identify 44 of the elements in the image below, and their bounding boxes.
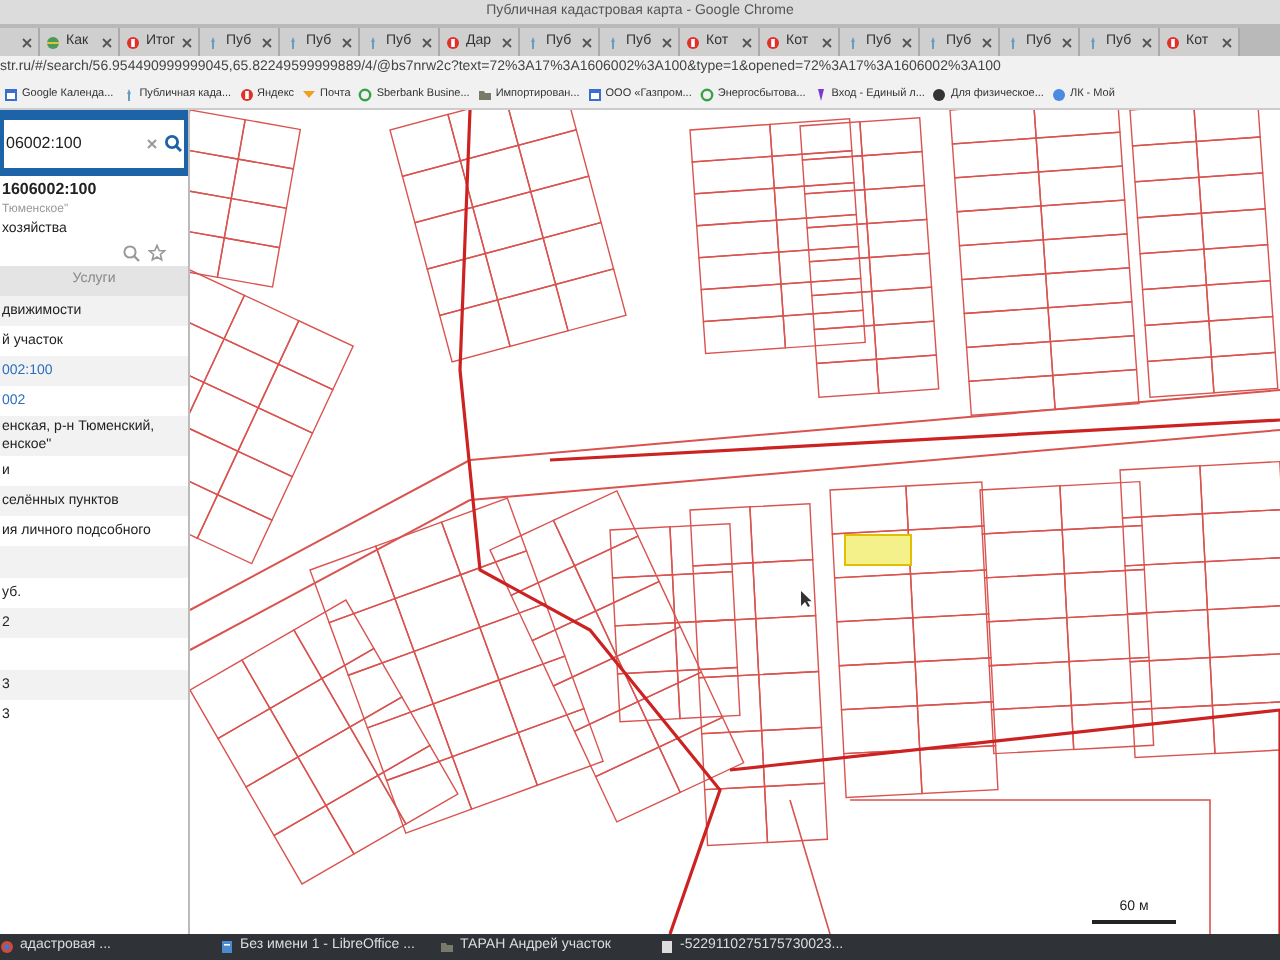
folder-icon [477,88,492,102]
circle-logo-icon [1166,35,1180,49]
close-icon[interactable] [342,37,352,47]
circle-logo-icon [932,88,947,102]
calendar-icon [4,88,18,102]
search-field[interactable]: 06002:100 [4,119,184,167]
globe-icon [46,35,60,49]
circle-logo-icon [686,35,700,49]
calendar-icon [587,88,602,102]
browser-icon [0,940,14,954]
close-icon[interactable] [502,37,512,47]
close-icon[interactable] [582,37,592,47]
parcel-number: 1606002:100 [2,178,99,202]
close-icon[interactable] [182,37,192,47]
ring-icon [358,88,373,102]
circle-logo-icon [446,35,460,49]
close-icon[interactable] [982,37,992,47]
close-icon[interactable] [742,37,752,47]
close-icon[interactable] [822,37,832,47]
clear-icon[interactable] [146,137,158,149]
close-icon[interactable] [422,37,432,47]
close-icon[interactable] [662,37,672,47]
document-icon [220,940,234,954]
ring-icon [699,88,714,102]
circle-logo-icon [766,35,780,49]
file-icon [660,940,674,954]
close-icon[interactable] [1142,37,1152,47]
browser-tab[interactable] [0,28,40,56]
scale-bar [1092,919,1176,923]
zoom-to-icon[interactable] [122,244,140,262]
circle-logo-icon [1051,88,1066,102]
circle-logo-icon [239,88,254,102]
close-icon[interactable] [902,37,912,47]
search-icon[interactable] [164,134,182,152]
close-icon[interactable] [22,37,32,47]
cursor-icon [800,590,812,608]
folder-icon [440,940,454,954]
cadastral-map-drawing[interactable] [190,110,1280,934]
close-icon[interactable] [1062,37,1072,47]
close-icon[interactable] [262,37,272,47]
close-icon[interactable] [102,37,112,47]
star-icon[interactable] [148,244,166,262]
close-icon[interactable] [1222,37,1232,47]
circle-logo-icon [126,35,140,49]
